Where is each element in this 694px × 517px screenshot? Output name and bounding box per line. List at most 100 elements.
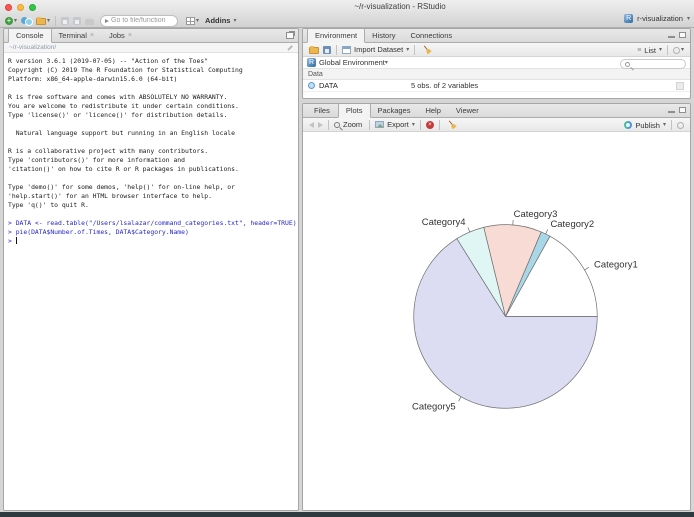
pie-label: Category4: [422, 217, 466, 228]
tab-label: History: [372, 31, 396, 40]
close-icon[interactable]: [90, 32, 94, 39]
maximize-pane-icon[interactable]: [679, 32, 686, 38]
titlebar: ~/r-visualization - RStudio: [0, 0, 694, 13]
console-line: Type 'license()' or 'licence()' for dist…: [8, 111, 228, 119]
close-icon[interactable]: [128, 32, 132, 39]
goto-file-function-box[interactable]: [100, 14, 179, 27]
addins-button[interactable]: Addins ▾: [201, 15, 238, 26]
toolbar-separator: [369, 119, 371, 130]
chevron-down-icon[interactable]: ▾: [385, 60, 388, 66]
tab-label: Files: [314, 106, 330, 115]
list-icon: [637, 47, 641, 54]
export-label: Export: [387, 120, 409, 129]
previous-plot-button[interactable]: [307, 121, 316, 129]
restore-pane-icon[interactable]: [286, 32, 294, 39]
data-object-icon: [308, 82, 315, 89]
tab-label: Viewer: [455, 106, 479, 115]
console-line: Type 'contributors()' for more informati…: [8, 156, 185, 164]
console-line: Type 'q()' to quit R.: [8, 201, 89, 209]
tab-history[interactable]: History: [365, 29, 403, 42]
tab-help[interactable]: Help: [418, 104, 448, 117]
environment-toolbar: Import Dataset ▾ List▾ ▾: [303, 43, 690, 57]
environment-scope-row: Global Environment ▾: [303, 57, 690, 69]
tab-jobs[interactable]: Jobs: [102, 29, 140, 42]
object-name[interactable]: DATA: [319, 81, 338, 90]
tab-files[interactable]: Files: [307, 104, 338, 117]
pie-label-tick: [545, 229, 549, 235]
view-table-icon[interactable]: [676, 81, 684, 90]
publish-label: Publish: [635, 120, 660, 130]
working-directory-path: ~/r-visualization/: [9, 44, 57, 51]
save-all-icon: [73, 16, 82, 25]
refresh-environment-button[interactable]: ▾: [671, 46, 686, 55]
open-file-button[interactable]: ▾: [34, 15, 52, 26]
tab-console[interactable]: Console: [8, 29, 52, 43]
chevron-down-icon: ▾: [680, 47, 684, 53]
forward-arrow-icon: [318, 121, 323, 128]
environment-scope-label[interactable]: Global Environment: [319, 58, 385, 67]
new-file-button[interactable]: ▾: [3, 16, 19, 26]
zoom-plot-button[interactable]: Zoom: [332, 119, 366, 130]
folder-icon: [309, 46, 319, 54]
tab-connections[interactable]: Connections: [403, 29, 460, 42]
tab-terminal[interactable]: Terminal: [52, 29, 102, 42]
save-button[interactable]: [59, 16, 71, 26]
project-selector[interactable]: r-visualization ▾: [624, 14, 690, 23]
save-workspace-button[interactable]: [321, 45, 333, 55]
tab-label: Plots: [345, 106, 363, 115]
tab-label: Jobs: [108, 31, 125, 40]
broom-icon: [445, 117, 459, 131]
import-dataset-button[interactable]: Import Dataset ▾: [340, 44, 411, 55]
clear-plots-button[interactable]: [443, 119, 461, 131]
chevron-down-icon: ▾: [686, 15, 690, 22]
tab-environment[interactable]: Environment: [307, 29, 366, 43]
plots-tabbar: Files Plots Packages Help Viewer: [303, 104, 690, 118]
remove-plot-button[interactable]: [424, 120, 436, 130]
pie-label: Category2: [550, 219, 594, 230]
console-line: R version 3.6.1 (2019-07-05) -- "Action …: [8, 57, 209, 65]
close-window-button[interactable]: [5, 4, 12, 11]
search-icon: [625, 61, 630, 67]
save-icon: [323, 45, 331, 54]
refresh-plot-button[interactable]: [675, 121, 686, 130]
console-line: > DATA <- read.table("/Users/lsalazar/co…: [8, 219, 297, 227]
publish-button[interactable]: Publish ▾: [622, 120, 668, 131]
new-project-button[interactable]: [19, 15, 34, 26]
pane-layout-button[interactable]: ▾: [178, 16, 201, 26]
next-plot-button[interactable]: [316, 121, 325, 129]
list-view-button[interactable]: List▾: [635, 45, 664, 56]
console-output[interactable]: R version 3.6.1 (2019-07-05) -- "Action …: [4, 53, 298, 246]
console-line: Copyright (C) 2019 The R Foundation for …: [8, 66, 243, 74]
zoom-window-button[interactable]: [29, 4, 36, 11]
toolbar-separator: [336, 44, 337, 55]
pie-label: Category5: [412, 401, 456, 412]
export-plot-button[interactable]: Export ▾: [373, 119, 417, 130]
environment-pane: Environment History Connections Import D…: [302, 28, 691, 99]
console-line: 'citation()' on how to cite R or R packa…: [8, 165, 239, 173]
chevron-down-icon: ▾: [233, 17, 237, 24]
dataset-table-icon: [342, 45, 351, 54]
tab-plots[interactable]: Plots: [337, 104, 371, 118]
tab-viewer[interactable]: Viewer: [449, 104, 487, 117]
maximize-pane-icon[interactable]: [679, 107, 686, 113]
environment-object-row[interactable]: DATA 5 obs. of 2 variables: [303, 80, 690, 92]
resize-handle-icon[interactable]: [287, 44, 293, 51]
load-workspace-button[interactable]: [307, 44, 321, 55]
window-bottom-edge: [0, 512, 694, 517]
folder-icon: [36, 17, 47, 25]
console-pane: Console Terminal Jobs ~/r-visualization/…: [3, 28, 299, 511]
tab-packages[interactable]: Packages: [371, 104, 419, 117]
goto-file-function-input[interactable]: [111, 17, 172, 24]
r-project-cube-icon: [624, 14, 634, 23]
print-button[interactable]: [83, 16, 96, 26]
minimize-pane-icon[interactable]: [668, 35, 675, 38]
minimize-window-button[interactable]: [17, 4, 24, 11]
environment-search-box[interactable]: [620, 59, 686, 69]
pie-label: Category1: [594, 259, 638, 270]
minimize-pane-icon[interactable]: [668, 110, 675, 113]
save-all-button[interactable]: [71, 16, 83, 26]
clear-workspace-button[interactable]: [418, 44, 436, 56]
console-line: Natural language support but running in …: [8, 129, 236, 137]
